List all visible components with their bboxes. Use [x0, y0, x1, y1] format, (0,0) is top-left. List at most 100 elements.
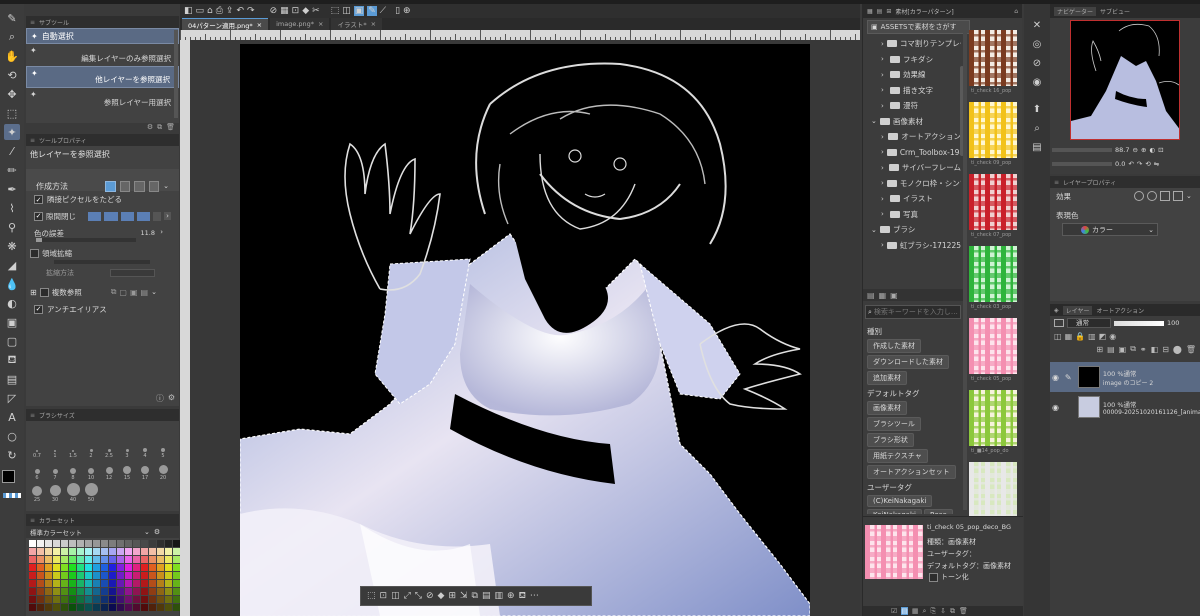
- color-swatch[interactable]: [149, 556, 156, 563]
- tag-chip[interactable]: 用紙テクスチャ: [867, 449, 928, 463]
- material-thumb[interactable]: ti_check 05_pop: [969, 318, 1017, 384]
- correct-line-tool-icon[interactable]: ↻: [4, 447, 20, 463]
- color-swatch[interactable]: [133, 548, 140, 555]
- color-swatch[interactable]: [173, 596, 180, 603]
- color-swatch[interactable]: [61, 596, 68, 603]
- brush-size-option[interactable]: 2: [82, 439, 100, 459]
- color-swatch[interactable]: [133, 604, 140, 611]
- color-swatch[interactable]: [101, 564, 108, 571]
- color-swatch[interactable]: [141, 564, 148, 571]
- fit-icon[interactable]: ◐: [1149, 146, 1155, 154]
- expand-method-select[interactable]: [110, 268, 155, 277]
- tone-icon[interactable]: ▥: [495, 591, 504, 601]
- material-thumb[interactable]: ti_check 16_pop: [969, 30, 1017, 96]
- zoom-tool-icon[interactable]: ⌕: [4, 29, 20, 45]
- color-swatch[interactable]: [69, 580, 76, 587]
- color-swatch[interactable]: [149, 588, 156, 595]
- color-swatch[interactable]: [133, 588, 140, 595]
- color-swatch[interactable]: [173, 572, 180, 579]
- new-layer-icon[interactable]: ⊞: [1096, 345, 1103, 354]
- color-swatch[interactable]: [109, 596, 116, 603]
- subtool-item[interactable]: ✦ 参照レイヤー用選択: [26, 88, 179, 110]
- color-swatch[interactable]: [109, 580, 116, 587]
- cut-icon[interactable]: ✂: [312, 6, 320, 16]
- color-swatch[interactable]: [37, 572, 44, 579]
- color-swatch[interactable]: [157, 588, 164, 595]
- material-thumb[interactable]: ti_check 03_pop: [969, 246, 1017, 312]
- copy-icon[interactable]: ⧉: [950, 607, 955, 616]
- import-icon[interactable]: ⇩: [940, 607, 946, 615]
- close-icon[interactable]: ×: [371, 20, 376, 28]
- ruler-icon[interactable]: ⟋: [380, 6, 386, 16]
- subtool-item[interactable]: ✦ 編集レイヤーのみ参照選択: [26, 44, 179, 66]
- color-swatch[interactable]: [77, 572, 84, 579]
- reset-icon[interactable]: ⟲: [1145, 160, 1150, 168]
- color-swatch[interactable]: [93, 540, 100, 547]
- wrench-icon[interactable]: ⚙: [168, 393, 175, 404]
- method-option-2[interactable]: [119, 180, 131, 192]
- shrink-icon[interactable]: ⤡: [415, 591, 422, 601]
- color-swatch[interactable]: [93, 580, 100, 587]
- color-swatch[interactable]: [45, 564, 52, 571]
- extract-line-icon[interactable]: [1147, 191, 1157, 201]
- home-icon[interactable]: ⌂: [1014, 8, 1018, 15]
- color-swatch[interactable]: [173, 564, 180, 571]
- blend-mode-select[interactable]: 通常: [1067, 318, 1111, 328]
- color-swatch[interactable]: [101, 548, 108, 555]
- chevron-down-icon[interactable]: ⌄: [163, 182, 169, 190]
- material-tree-item[interactable]: › Crm_Toolbox-19837: [867, 145, 961, 161]
- color-icon[interactable]: ◉: [1109, 332, 1116, 341]
- lock-transparent-icon[interactable]: ▥: [1088, 332, 1096, 341]
- search-input[interactable]: [873, 308, 958, 316]
- color-swatch[interactable]: [77, 580, 84, 587]
- subtool-item[interactable]: ✦ 他レイヤーを参照選択: [26, 66, 179, 88]
- folder-icon[interactable]: ▣: [890, 291, 898, 300]
- settings-icon[interactable]: ⚙: [147, 123, 153, 133]
- color-swatch[interactable]: [29, 564, 36, 571]
- expand-checkbox[interactable]: [30, 248, 39, 258]
- rotate-tool-icon[interactable]: ⟲: [4, 67, 20, 83]
- color-swatch[interactable]: [101, 604, 108, 611]
- redo-icon[interactable]: ↷: [247, 6, 255, 16]
- mask-icon[interactable]: ◩: [1099, 332, 1107, 341]
- settings-icon[interactable]: ⚙: [154, 528, 160, 536]
- color-swatch[interactable]: [125, 564, 132, 571]
- color-swatch[interactable]: [141, 580, 148, 587]
- color-swatch[interactable]: [165, 580, 172, 587]
- color-swatch[interactable]: [45, 548, 52, 555]
- color-swatch[interactable]: [69, 572, 76, 579]
- color-swatch[interactable]: [165, 540, 172, 547]
- checkbox-icon[interactable]: ☑: [891, 607, 897, 615]
- folder-icon[interactable]: ▣: [1119, 345, 1127, 354]
- eye-icon[interactable]: ◉: [1052, 373, 1062, 382]
- color-swatch[interactable]: [125, 572, 132, 579]
- color-history-icon[interactable]: ◉: [1030, 75, 1044, 89]
- method-option-4[interactable]: [148, 180, 160, 192]
- transform-icon[interactable]: ⊞: [448, 591, 456, 601]
- layer-tab[interactable]: レイヤー: [1062, 305, 1093, 315]
- deselect-icon[interactable]: ⬚: [367, 591, 376, 601]
- grid-view-icon[interactable]: ▦: [912, 607, 919, 615]
- color-swatch[interactable]: [157, 604, 164, 611]
- color-swatch[interactable]: [93, 604, 100, 611]
- color-swatch[interactable]: [141, 588, 148, 595]
- color-swatch[interactable]: [133, 572, 140, 579]
- color-swatch[interactable]: [173, 556, 180, 563]
- color-swatch[interactable]: [53, 540, 60, 547]
- multi-ref-checkbox[interactable]: [39, 287, 49, 297]
- color-swatch[interactable]: [61, 548, 68, 555]
- color-swatch[interactable]: [109, 548, 116, 555]
- brush-size-option[interactable]: 10: [82, 461, 100, 481]
- color-swatch[interactable]: [141, 556, 148, 563]
- material-tree-item[interactable]: ⌄ ブラシ: [867, 222, 961, 238]
- color-swatch[interactable]: [165, 556, 172, 563]
- color-swatch[interactable]: [157, 572, 164, 579]
- color-swatch[interactable]: [37, 540, 44, 547]
- color-swatch[interactable]: [93, 572, 100, 579]
- rotate-left-icon[interactable]: ↶: [1128, 160, 1133, 168]
- color-swatch[interactable]: [69, 564, 76, 571]
- color-swatch[interactable]: [61, 580, 68, 587]
- more-icon[interactable]: ⋯: [530, 591, 539, 601]
- color-swatch[interactable]: [53, 548, 60, 555]
- expression-select[interactable]: カラー ⌄: [1062, 223, 1158, 236]
